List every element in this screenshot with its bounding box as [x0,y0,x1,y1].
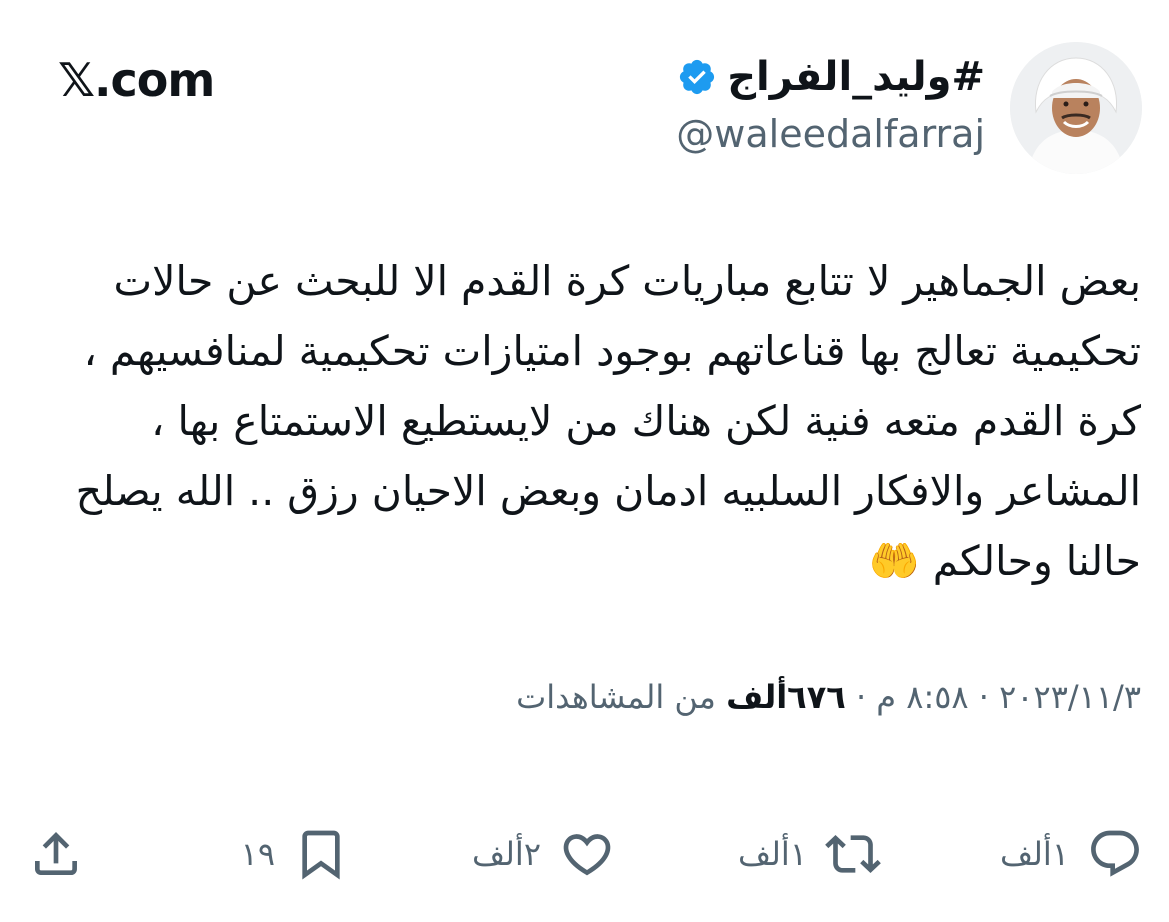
retweet-arrows-icon [825,835,881,873]
author-display-name[interactable]: #وليد_الفراج [727,48,985,106]
share-button[interactable] [28,826,84,882]
like-button[interactable]: ٢ألف [472,826,615,882]
avatar-image [1010,42,1142,174]
action-bar: ١ألف ١ألف ٢ألف ١٩ [0,808,1169,898]
retweet-count: ١ألف [738,835,807,873]
tweet-date[interactable]: ٢٠٢٣/١١/٣ [999,678,1141,716]
meta-separator: · [978,678,989,716]
tweet-meta: ٢٠٢٣/١١/٣ · ٨:٥٨ م · ٦٧٦ألف من المشاهدات [516,672,1141,722]
meta-separator: · [855,678,867,716]
bookmark-icon [302,830,340,880]
bookmark-count: ١٩ [240,835,275,873]
tweet-text: بعض الجماهير لا تتابع مباريات كرة القدم … [75,257,1141,585]
views-count: ٦٧٦ألف [726,678,846,716]
bookmark-button[interactable]: ١٩ [241,826,349,882]
like-count: ٢ألف [472,835,541,873]
share-upload-icon [35,832,77,875]
reply-count: ١ألف [1000,835,1069,873]
views-label: من المشاهدات [516,678,716,716]
avatar[interactable] [1010,42,1142,174]
heart-icon [563,834,611,876]
tweet-time[interactable]: ٨:٥٨ م [876,678,968,716]
brand-logo[interactable]: 𝕏.com [58,52,215,108]
verified-badge-icon [680,59,715,95]
reply-button[interactable]: ١ألف [1000,826,1143,882]
author-name-row[interactable]: #وليد_الفراج [677,48,985,106]
retweet-button[interactable]: ١ألف [738,826,881,882]
speech-bubble-icon [1091,830,1139,877]
author-handle[interactable]: @waleedalfarraj [676,108,985,160]
